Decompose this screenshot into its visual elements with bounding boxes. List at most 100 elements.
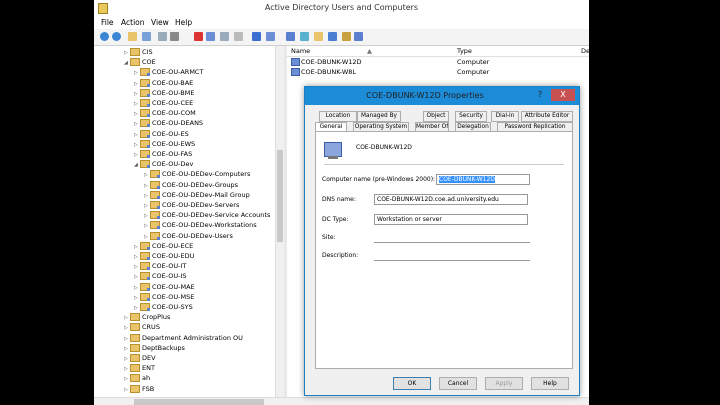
- tree-item[interactable]: ▷ COE-OU-BAE: [134, 78, 193, 88]
- tree-item[interactable]: ▷ COE-OU-DEDev-Groups: [144, 180, 238, 190]
- tree-item[interactable]: ◢ COE-OU-Dev: [134, 160, 193, 169]
- tab-managed-by[interactable]: Managed By: [357, 111, 401, 122]
- tree-item[interactable]: ▷ COE-OU-IT: [134, 262, 186, 271]
- tree-scrollbar[interactable]: [275, 46, 284, 401]
- tree-item-label: COE-OU-EDU: [152, 252, 195, 260]
- tree-item-label: COE-OU-MAE: [152, 282, 195, 291]
- tree-item[interactable]: ▷ CRUS: [124, 323, 160, 332]
- tree-item[interactable]: ▷ COE-OU-EWS: [134, 139, 195, 149]
- list-item[interactable]: COE-DBUNK-W8L Computer: [287, 68, 589, 77]
- find-icon[interactable]: [342, 32, 351, 41]
- computer-name-value: COE-DBUNK-W12D: [439, 176, 495, 183]
- computer-name-field[interactable]: COE-DBUNK-W12D: [436, 174, 530, 185]
- tree-item[interactable]: ▷ CIS: [124, 48, 153, 57]
- forward-icon[interactable]: [112, 32, 121, 41]
- tree-item-label: COE-OU-SYS: [152, 303, 193, 311]
- delete-icon[interactable]: [194, 32, 203, 41]
- tree-item-label: COE-OU-MSE: [152, 292, 195, 301]
- tree-item[interactable]: ▷ Department Administration OU: [124, 333, 243, 343]
- tab-dial-in[interactable]: Dial-in: [491, 111, 519, 122]
- tab-security[interactable]: Security: [455, 111, 487, 122]
- tree-item[interactable]: ▷ COE-OU-FAS: [134, 150, 192, 159]
- apply-button[interactable]: Apply: [485, 377, 523, 390]
- title-bar: Active Directory Users and Computers: [94, 0, 589, 17]
- column-type[interactable]: Type: [457, 47, 472, 55]
- show-tree-icon[interactable]: [142, 32, 151, 41]
- tree-item[interactable]: ◢ COE: [124, 58, 156, 67]
- menu-bar: File Action View Help: [94, 16, 589, 28]
- tree-item[interactable]: ▷ COE-OU-DEDev-Computers: [144, 170, 250, 179]
- properties-icon[interactable]: [170, 32, 179, 41]
- list-item-name: COE-DBUNK-W8L: [301, 68, 357, 76]
- dialog-close-button[interactable]: X: [551, 89, 575, 101]
- description-field[interactable]: [374, 260, 530, 261]
- tree-item[interactable]: ▷ COE-OU-DEDev-Users: [144, 231, 233, 241]
- copy-icon[interactable]: [158, 32, 167, 41]
- column-name[interactable]: Name: [291, 47, 310, 55]
- dialog-help-button[interactable]: ?: [531, 89, 549, 101]
- tree-item[interactable]: ▷ COE-OU-BME: [134, 88, 194, 98]
- view-icon[interactable]: [266, 32, 275, 41]
- tab-location[interactable]: Location: [319, 111, 357, 122]
- tree-item[interactable]: ▷ COE-OU-DEDev-Service Accounts: [144, 211, 270, 220]
- dns-name-field[interactable]: COE-DBUNK-W12D.coe.ad.university.edu: [374, 194, 528, 205]
- tree-item[interactable]: ▷ COE-OU-IS: [134, 272, 187, 281]
- menu-view[interactable]: View: [151, 18, 169, 27]
- tree-item[interactable]: ▷ DEV: [124, 354, 156, 363]
- tree-item[interactable]: ▷ ah: [124, 374, 150, 383]
- new-group-icon[interactable]: [300, 32, 309, 41]
- list-item[interactable]: COE-DBUNK-W12D Computer: [287, 58, 589, 67]
- help-icon[interactable]: [252, 32, 261, 41]
- tab-object[interactable]: Object: [423, 111, 449, 122]
- folder-up-icon[interactable]: [128, 32, 137, 41]
- menu-file[interactable]: File: [101, 18, 114, 27]
- horizontal-scrollbar[interactable]: [94, 397, 589, 405]
- menu-action[interactable]: Action: [121, 18, 145, 27]
- tree-item[interactable]: ▷ COE-OU-DEDev-Servers: [144, 201, 239, 210]
- tree-scroll-thumb[interactable]: [277, 150, 283, 242]
- filter-icon[interactable]: [328, 32, 337, 41]
- tree-item[interactable]: ▷ COE-OU-MSE: [134, 292, 195, 302]
- ou-icon: [140, 99, 150, 107]
- dc-type-field[interactable]: Workstation or server: [374, 214, 528, 225]
- divider: [324, 164, 564, 165]
- tree-item-label: COE-OU-IT: [152, 262, 187, 271]
- refresh-icon[interactable]: [220, 32, 229, 41]
- rename-icon[interactable]: [206, 32, 215, 41]
- tree-item-label: DEV: [142, 354, 156, 362]
- tree-item[interactable]: ▷ COE-OU-ES: [134, 129, 189, 139]
- tree-item[interactable]: ▷ CropPlus: [124, 313, 170, 322]
- new-ou-icon[interactable]: [314, 32, 323, 41]
- tree-item[interactable]: ▷ COE-OU-SYS: [134, 303, 193, 312]
- tree-item[interactable]: ▷ DeptBackups: [124, 343, 185, 353]
- menu-help[interactable]: Help: [175, 18, 192, 27]
- export-icon[interactable]: [234, 32, 243, 41]
- tree-item[interactable]: ▷ COE-OU-DEDev-Mail Group: [144, 190, 250, 200]
- ou-icon: [140, 109, 150, 118]
- column-description[interactable]: De: [581, 47, 589, 55]
- site-field[interactable]: [374, 242, 530, 243]
- tree-item[interactable]: ▷ COE-OU-DEANS: [134, 119, 203, 128]
- folder-icon: [130, 374, 140, 383]
- folder-icon: [130, 354, 140, 362]
- tree-item-label: COE-OU-DEDev-Service Accounts: [162, 211, 271, 220]
- tree-item[interactable]: ▷ COE-OU-ECE: [134, 241, 193, 251]
- new-user-icon[interactable]: [286, 32, 295, 41]
- tree-item[interactable]: ▷ FSB: [124, 384, 154, 394]
- tree-item[interactable]: ▷ COE-OU-MAE: [134, 282, 195, 292]
- cancel-button[interactable]: Cancel: [439, 377, 477, 390]
- folder-icon: [130, 58, 140, 67]
- horizontal-scroll-thumb[interactable]: [134, 399, 264, 405]
- ok-button[interactable]: OK: [393, 377, 431, 390]
- tree-item[interactable]: ▷ COE-OU-EDU: [134, 252, 194, 261]
- back-icon[interactable]: [100, 32, 109, 41]
- add-to-group-icon[interactable]: [354, 32, 363, 41]
- tree-item[interactable]: ▷ ENT: [124, 364, 155, 373]
- tree-item[interactable]: ▷ COE-OU-COM: [134, 109, 196, 118]
- tab-attribute-editor[interactable]: Attribute Editor: [521, 111, 573, 122]
- tree-item[interactable]: ▷ COE-OU-CEE: [134, 99, 193, 108]
- tree-item[interactable]: ▷ COE-OU-ARMCT: [134, 68, 203, 77]
- tree-item[interactable]: ▷ COE-OU-DEDev-Workstations: [144, 221, 257, 230]
- folder-icon: [130, 333, 140, 342]
- dialog-help-bottom-button[interactable]: Help: [531, 377, 569, 390]
